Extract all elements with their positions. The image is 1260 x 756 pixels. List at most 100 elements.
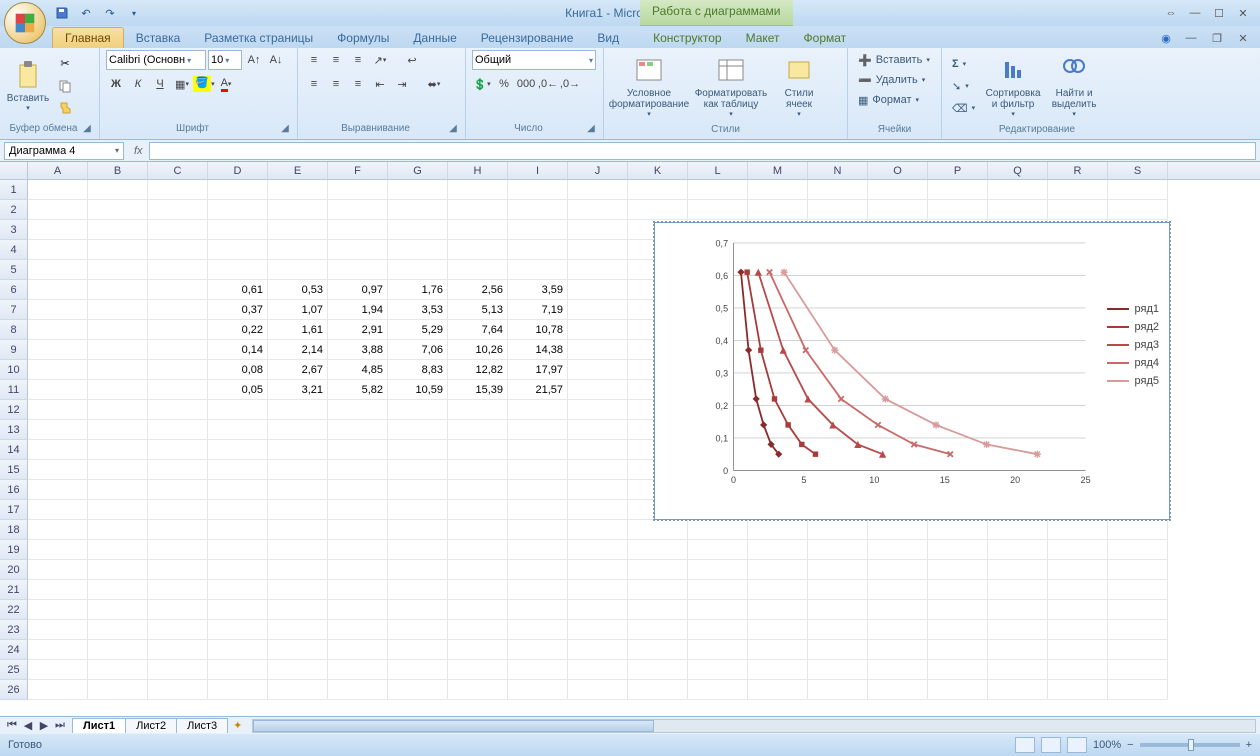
row-header[interactable]: 7 [0,300,28,320]
alignment-launcher-icon[interactable]: ◢ [447,123,459,135]
cell[interactable] [568,620,628,640]
cell[interactable] [1048,680,1108,700]
cell[interactable] [628,600,688,620]
cell[interactable] [328,440,388,460]
cell[interactable] [628,180,688,200]
cell[interactable] [448,440,508,460]
cell[interactable] [928,180,988,200]
cell[interactable] [1048,200,1108,220]
formula-input[interactable] [149,142,1256,160]
cell[interactable]: 12,82 [448,360,508,380]
cell[interactable] [268,260,328,280]
cell[interactable] [388,640,448,660]
cell[interactable] [568,560,628,580]
find-select-button[interactable]: Найти и выделить▾ [1047,53,1101,119]
cell[interactable] [508,660,568,680]
row-header[interactable]: 14 [0,440,28,460]
cell[interactable] [988,200,1048,220]
cell[interactable]: 0,08 [208,360,268,380]
cell[interactable] [568,420,628,440]
cell[interactable] [628,620,688,640]
cell[interactable] [748,580,808,600]
cell[interactable] [28,600,88,620]
cell[interactable] [268,620,328,640]
row-header[interactable]: 10 [0,360,28,380]
cell[interactable] [28,660,88,680]
cell[interactable] [148,240,208,260]
cell[interactable] [388,240,448,260]
cell[interactable]: 0,14 [208,340,268,360]
cell[interactable] [28,420,88,440]
number-launcher-icon[interactable]: ◢ [585,123,597,135]
cell[interactable]: 0,97 [328,280,388,300]
cell[interactable] [388,460,448,480]
legend-item[interactable]: ряд2 [1107,321,1160,333]
minimize-button[interactable]: — [1184,4,1206,22]
cell[interactable]: 0,05 [208,380,268,400]
align-top-icon[interactable]: ≡ [304,50,324,70]
cell[interactable] [508,180,568,200]
increase-indent-icon[interactable]: ⇥ [392,74,412,94]
cell[interactable]: 17,97 [508,360,568,380]
cell[interactable] [748,660,808,680]
tab-view[interactable]: Вид [585,28,631,48]
cell[interactable] [748,620,808,640]
cell[interactable] [328,220,388,240]
column-header[interactable]: G [388,162,448,179]
cell[interactable]: 7,64 [448,320,508,340]
cell[interactable] [508,500,568,520]
cell[interactable] [268,680,328,700]
cell[interactable] [148,320,208,340]
cell[interactable] [148,300,208,320]
cell[interactable] [988,660,1048,680]
inner-restore-button[interactable]: ❐ [1206,29,1228,47]
cell[interactable] [88,660,148,680]
cell[interactable]: 5,29 [388,320,448,340]
row-header[interactable]: 22 [0,600,28,620]
cell[interactable] [748,680,808,700]
row-header[interactable]: 21 [0,580,28,600]
decrease-decimals-icon[interactable]: ,0→ [560,74,580,94]
cell[interactable] [928,200,988,220]
cell[interactable] [148,440,208,460]
row-header[interactable]: 2 [0,200,28,220]
cell[interactable] [88,180,148,200]
cell[interactable] [328,660,388,680]
cell[interactable] [448,580,508,600]
cell[interactable] [88,580,148,600]
cells-delete-button[interactable]: ➖Удалить▾ [854,70,935,90]
tab-formulas[interactable]: Формулы [325,28,401,48]
row-header[interactable]: 19 [0,540,28,560]
cell[interactable] [88,620,148,640]
cell[interactable] [868,600,928,620]
cell[interactable] [568,360,628,380]
cell[interactable] [988,640,1048,660]
cell[interactable] [268,480,328,500]
cell[interactable] [1048,560,1108,580]
cell[interactable] [988,620,1048,640]
cell[interactable] [208,460,268,480]
cell[interactable] [1108,560,1168,580]
cell[interactable] [88,380,148,400]
align-left-icon[interactable]: ≡ [304,74,324,94]
orientation-icon[interactable]: ↗▾ [370,50,390,70]
embedded-chart[interactable]: 00,10,20,30,40,50,60,70510152025 ряд1ряд… [654,222,1170,520]
cell[interactable] [88,500,148,520]
cell[interactable] [1108,580,1168,600]
autosum-button[interactable]: Σ▾ [948,54,979,74]
cell[interactable] [28,580,88,600]
cell[interactable] [268,420,328,440]
cell[interactable] [748,180,808,200]
cell[interactable] [1108,680,1168,700]
cell[interactable] [568,180,628,200]
thousands-icon[interactable]: 000 [516,74,536,94]
cell[interactable] [148,380,208,400]
view-normal-icon[interactable] [1015,737,1035,753]
cell[interactable] [88,640,148,660]
font-color-button[interactable]: A▾ [216,74,236,94]
legend-item[interactable]: ряд4 [1107,357,1160,369]
cell[interactable] [1048,180,1108,200]
cell[interactable] [208,520,268,540]
cell[interactable]: 0,61 [208,280,268,300]
cell[interactable] [808,620,868,640]
